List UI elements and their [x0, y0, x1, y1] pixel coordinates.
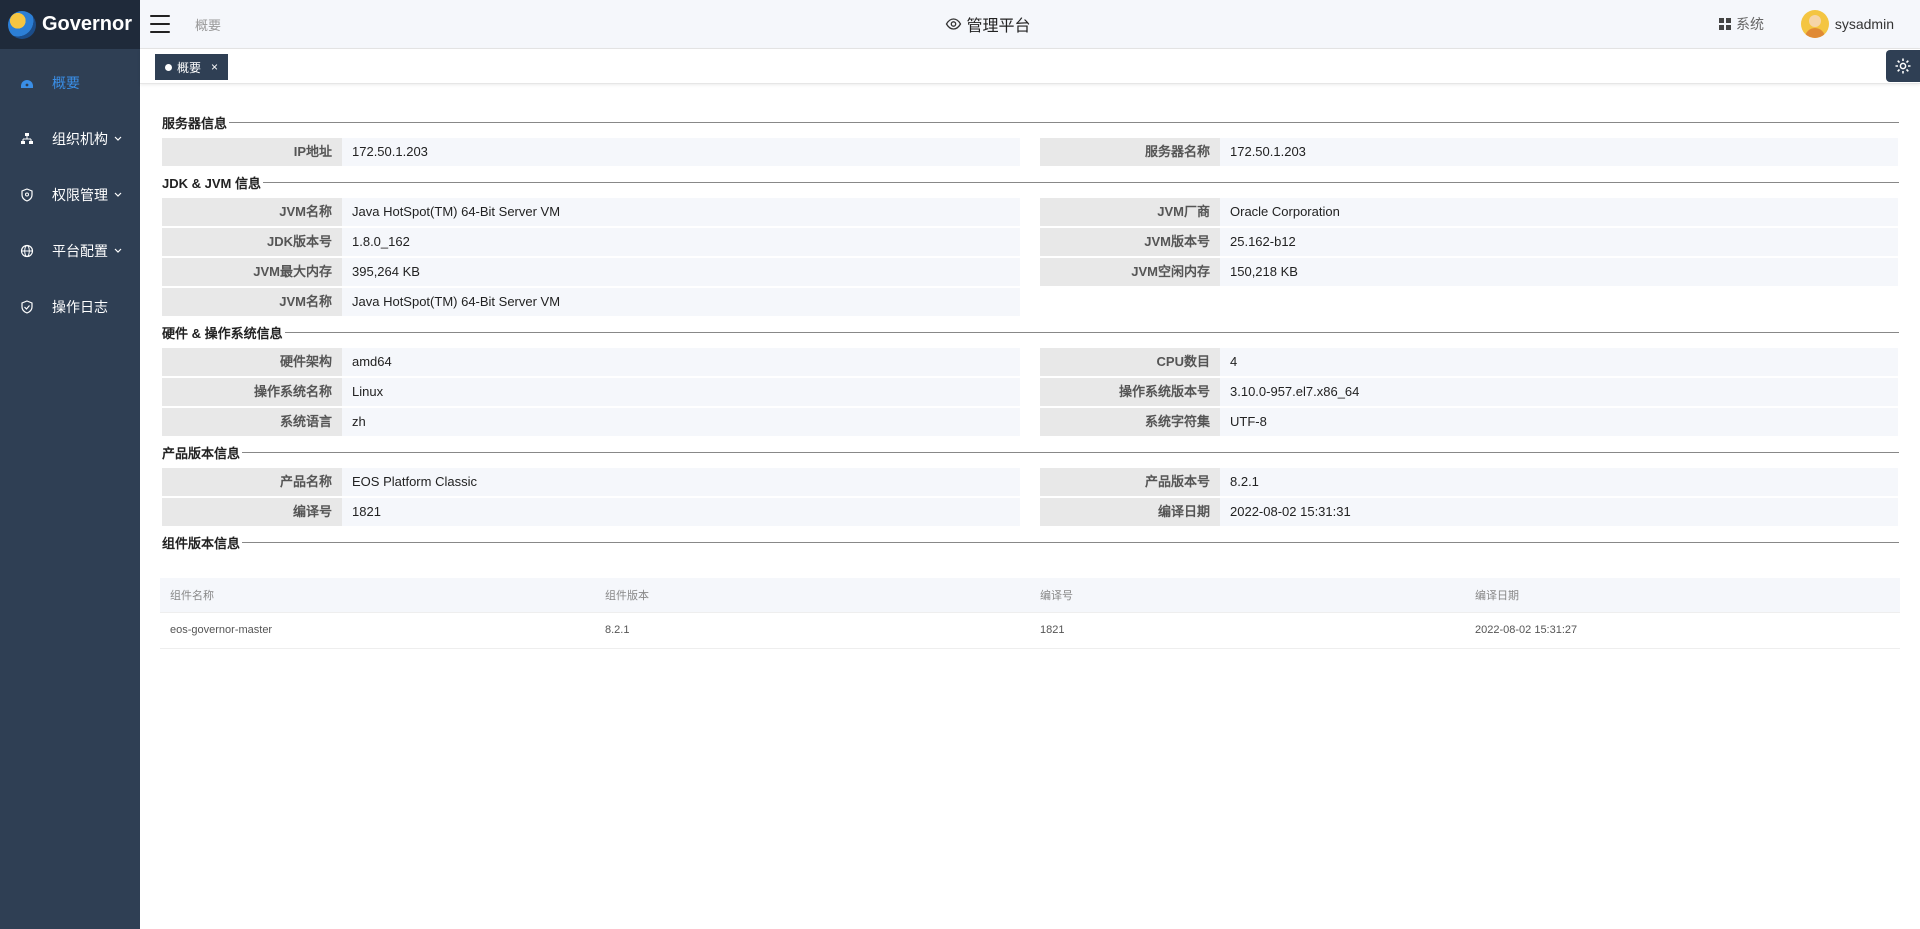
close-icon[interactable]: ×: [211, 60, 218, 74]
section-jvm-title: JDK & JVM 信息: [162, 172, 1899, 192]
kv-row: 编译日期 2022-08-02 15:31:31: [1040, 498, 1898, 526]
chevron-down-icon: [114, 247, 122, 255]
app-name: Governor: [42, 13, 133, 35]
sidebar-item-label: 平台配置: [52, 243, 108, 259]
sidebar-item-operation-log[interactable]: 操作日志: [0, 279, 140, 335]
sidebar-menu: 概要 组织机构 权限管理 平台配置 操作日志: [0, 55, 140, 335]
kv-row: 硬件架构 amd64: [162, 348, 1020, 376]
column-header[interactable]: 组件版本: [595, 578, 1030, 612]
chevron-down-icon: [114, 135, 122, 143]
kv-row: 服务器名称 172.50.1.203: [1040, 138, 1898, 166]
tab-label: 概要: [177, 60, 202, 75]
kv-row: 系统字符集 UTF-8: [1040, 408, 1898, 436]
system-button[interactable]: 系统: [1719, 14, 1764, 34]
sidebar-item-label: 权限管理: [52, 187, 108, 203]
kv-row: JVM名称 Java HotSpot(TM) 64-Bit Server VM: [162, 198, 1020, 226]
table-cell: eos-governor-master: [170, 624, 273, 636]
table-cell: 2022-08-02 15:31:27: [1475, 624, 1578, 636]
globe-icon: [20, 244, 34, 258]
jvm-info: JVM名称 Java HotSpot(TM) 64-Bit Server VM J…: [162, 198, 1899, 316]
sidebar-item-permissions[interactable]: 权限管理: [0, 167, 140, 223]
menu-toggle-icon[interactable]: [150, 15, 170, 33]
shield-check-icon: [20, 300, 34, 314]
active-dot-icon: [165, 63, 172, 71]
sidebar-item-label: 组织机构: [52, 131, 108, 147]
username: sysadmin: [1834, 16, 1894, 32]
page-title-text: 管理平台: [966, 18, 1031, 35]
sidebar-item-label: 操作日志: [52, 299, 108, 315]
kv-row: 产品版本号 8.2.1: [1040, 468, 1898, 496]
kv-row: 操作系统版本号 3.10.0-957.el7.x86_64: [1040, 378, 1898, 406]
top-header: 概要 管理平台 系统 sysadmin: [140, 0, 1920, 49]
kv-row: JVM厂商 Oracle Corporation: [1040, 198, 1898, 226]
sidebar-item-organization[interactable]: 组织机构: [0, 111, 140, 167]
kv-row: JVM空闲内存 150,218 KB: [1040, 258, 1898, 286]
kv-row: IP地址 172.50.1.203: [162, 138, 1020, 166]
kv-row: JVM名称 Java HotSpot(TM) 64-Bit Server VM: [162, 288, 1020, 316]
column-header[interactable]: 组件名称: [160, 578, 595, 612]
kv-row: JVM最大内存 395,264 KB: [162, 258, 1020, 286]
table-cell: 1821: [1040, 624, 1065, 636]
kv-row: CPU数目 4: [1040, 348, 1898, 376]
gear-icon: [1895, 58, 1911, 74]
logo-icon: [8, 10, 36, 39]
section-hardware-title: 硬件 & 操作系统信息: [162, 322, 1899, 342]
shield-icon: [20, 188, 34, 202]
components-table: 组件名称 组件版本 编译号 编译日期 eos-governor-master 8…: [160, 578, 1900, 649]
page-title: 管理平台: [945, 12, 1031, 36]
column-header[interactable]: 编译号: [1030, 578, 1465, 612]
product-info: 产品名称 EOS Platform Classic 产品版本号 8.2.1 编译号 1…: [162, 468, 1899, 526]
kv-row: 操作系统名称 Linux: [162, 378, 1020, 406]
system-label: 系统: [1736, 16, 1764, 32]
kv-row: 产品名称 EOS Platform Classic: [162, 468, 1020, 496]
section-server-title: 服务器信息: [162, 112, 1899, 132]
tab-overview[interactable]: 概要 ×: [155, 54, 229, 80]
tab-bar: 概要 ×: [140, 49, 1920, 84]
user-menu[interactable]: sysadmin: [1800, 10, 1894, 38]
table-row[interactable]: eos-governor-master 8.2.1 1821 2022-08-0…: [160, 612, 1900, 648]
kv-row: JVM版本号 25.162-b12: [1040, 228, 1898, 256]
section-product-title: 产品版本信息: [162, 442, 1899, 462]
kv-row: 系统语言 zh: [162, 408, 1020, 436]
settings-button[interactable]: [1886, 50, 1920, 82]
eye-icon: [945, 18, 962, 30]
logo[interactable]: Governor: [0, 0, 140, 49]
sidebar-item-overview[interactable]: 概要: [0, 55, 140, 111]
kv-row: JDK版本号 1.8.0_162: [162, 228, 1020, 256]
sidebar: Governor 概要 组织机构 权限管理 平台配置 操作日志: [0, 0, 140, 929]
table-header-row: 组件名称 组件版本 编译号 编译日期: [160, 578, 1900, 612]
dashboard-icon: [20, 76, 34, 90]
table-cell: 8.2.1: [605, 624, 630, 636]
sidebar-item-platform-config[interactable]: 平台配置: [0, 223, 140, 279]
org-chart-icon: [20, 132, 34, 146]
kv-row: 编译号 1821: [162, 498, 1020, 526]
server-info: IP地址 172.50.1.203 服务器名称 172.50.1.203: [162, 138, 1899, 166]
avatar: [1800, 10, 1829, 38]
hardware-info: 硬件架构 amd64 CPU数目 4 操作系统名称 Linux 操作系统版本号 3.10…: [162, 348, 1899, 436]
chevron-down-icon: [114, 191, 122, 199]
section-components-title: 组件版本信息: [162, 532, 1899, 552]
main-content: 服务器信息 IP地址 172.50.1.203 服务器名称 172.50.1.203…: [140, 84, 1920, 929]
sidebar-item-label: 概要: [52, 75, 80, 91]
grid-icon: [1719, 18, 1731, 30]
column-header[interactable]: 编译日期: [1465, 578, 1900, 612]
breadcrumb[interactable]: 概要: [195, 15, 221, 34]
